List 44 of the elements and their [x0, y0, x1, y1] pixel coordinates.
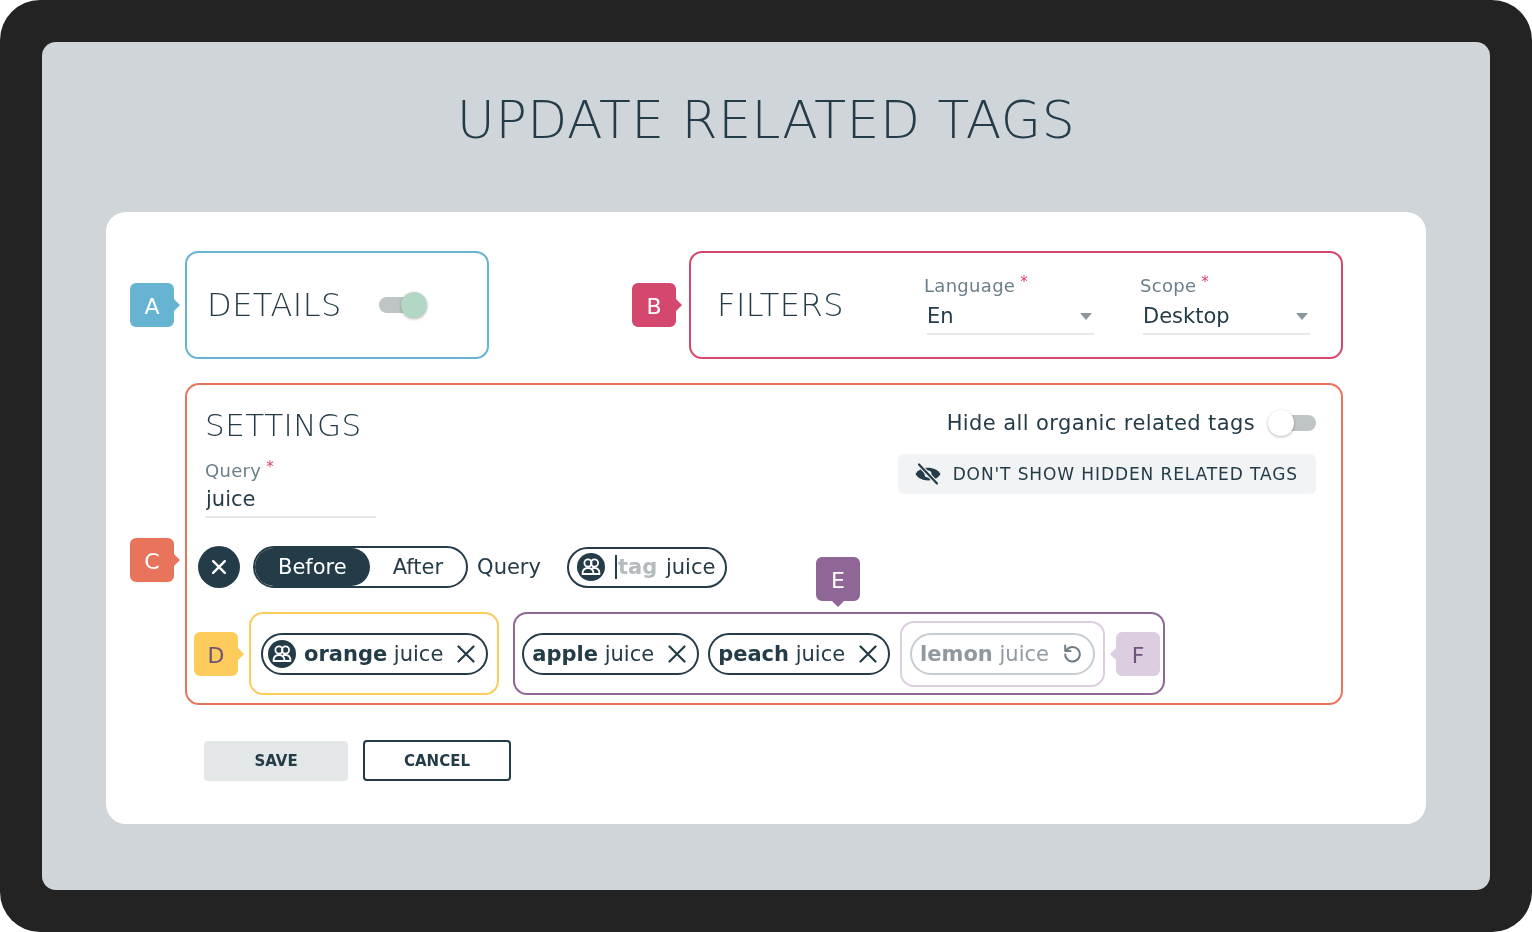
field-label: Language [924, 275, 1016, 297]
required-asterisk: * [1201, 275, 1209, 290]
annotation-badge: D [194, 631, 244, 676]
save-button[interactable]: SAVE [204, 740, 348, 781]
page-title: UPDATE RELATED TAGS [456, 90, 1076, 150]
close-icon[interactable] [859, 644, 878, 663]
tag-label: peach juice [718, 641, 846, 666]
tag-label: apple juice [532, 641, 655, 666]
section-heading: SETTINGS [205, 407, 363, 443]
eye-slash-icon [913, 462, 942, 486]
annotation-badge: F [1109, 631, 1160, 676]
segment-option[interactable]: Before [255, 548, 370, 586]
cancel-button[interactable]: CANCEL [363, 740, 511, 781]
toggle-switch[interactable] [1268, 410, 1316, 436]
undo-icon[interactable] [1062, 644, 1082, 663]
segment-option[interactable]: After [369, 548, 467, 586]
user-group-icon [268, 639, 296, 668]
annotation-badge: C [130, 538, 180, 582]
close-icon[interactable] [457, 644, 476, 663]
tag-label: orange juice [304, 641, 444, 666]
toggle-switch[interactable] [379, 292, 427, 318]
field-label: Scope [1140, 275, 1197, 297]
tag-label: lemon juice [920, 641, 1049, 666]
annotation-badge: E [816, 557, 861, 607]
section-heading: DETAILS [207, 286, 342, 324]
required-asterisk: * [266, 460, 274, 475]
dropdown-field[interactable]: Desktop [1143, 301, 1310, 335]
clear-button[interactable] [198, 546, 240, 588]
annotation-badge: B [632, 283, 682, 327]
section-heading: FILTERS [717, 286, 845, 324]
annotation-badge: A [130, 283, 180, 327]
tag-input-field[interactable]: tag [617, 555, 662, 579]
close-icon[interactable] [668, 644, 687, 663]
required-asterisk: * [1020, 275, 1028, 290]
caret-down-icon [1296, 312, 1308, 320]
hidden-tags-button[interactable]: DON'T SHOW HIDDEN RELATED TAGS [897, 454, 1316, 494]
field-label: Query [205, 460, 262, 482]
toggle-label: Hide all organic related tags [946, 411, 1255, 435]
caret-down-icon [1080, 312, 1092, 320]
dropdown-field[interactable]: En [927, 301, 1094, 335]
query-input[interactable]: juice [205, 484, 376, 518]
query-label: Query [477, 555, 541, 579]
query-suffix: juice [665, 555, 716, 579]
user-group-icon [576, 553, 605, 581]
